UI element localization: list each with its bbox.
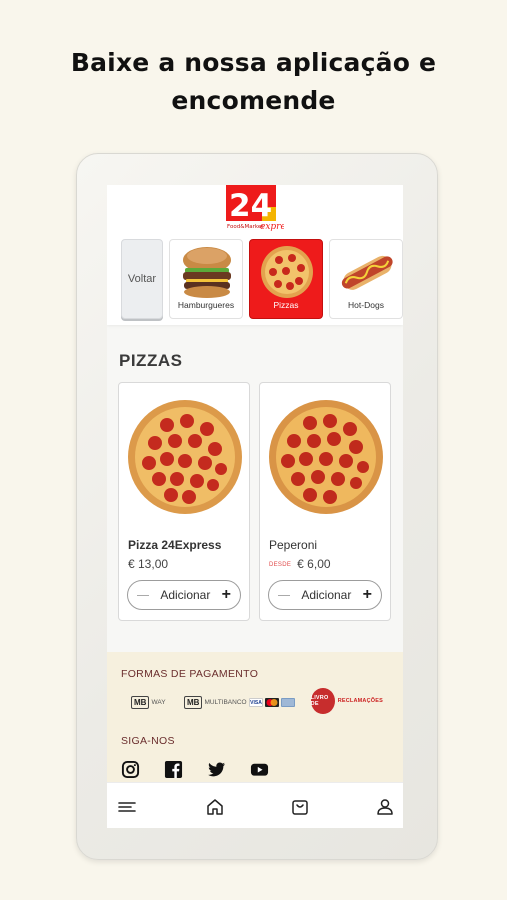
visa-logo: VISA [249, 698, 263, 707]
back-button[interactable]: Voltar [121, 239, 163, 319]
section-title: PIZZAS [119, 351, 183, 370]
category-pizzas[interactable]: Pizzas [249, 239, 323, 319]
pizza-image [261, 246, 313, 298]
pizza-image [128, 400, 242, 514]
pizza-image [269, 400, 383, 514]
card-logos: VISA [249, 698, 295, 707]
product-name: Pizza 24Express [128, 538, 222, 552]
minus-icon[interactable] [278, 594, 290, 596]
card-logo [281, 698, 295, 707]
back-button-label: Voltar [127, 273, 157, 285]
menu-icon[interactable] [117, 796, 139, 818]
social-title: SIGA-NOS [121, 735, 175, 747]
add-button-label: Adicionar [301, 588, 352, 602]
bag-icon[interactable] [289, 796, 311, 818]
page-headline: Baixe a nossa aplicação e encomende [70, 48, 437, 115]
add-button-label: Adicionar [160, 588, 211, 602]
category-label: Hot-Dogs [348, 300, 384, 310]
social-links [121, 760, 269, 779]
logo-script: express [260, 222, 284, 232]
product-price-value: € 13,00 [128, 557, 169, 571]
hotdog-image [341, 255, 393, 290]
add-to-cart-button[interactable]: Adicionar + [127, 580, 241, 610]
logo-sub: Food&Market [227, 224, 264, 230]
product-card[interactable]: Pizza 24Express € 13,00 Adicionar + [118, 382, 250, 621]
mbway-logo: MB WAY [131, 696, 166, 709]
logo-number: 24 [229, 188, 272, 224]
multibanco-logo: MB MULTIBANCO [184, 696, 247, 709]
category-hamburgueres[interactable]: Hamburgueres [169, 239, 243, 319]
category-carousel[interactable]: Voltar Hamburgueres Pizzas Hot-Dogs [107, 237, 403, 321]
facebook-icon[interactable] [164, 760, 183, 779]
plus-icon[interactable]: + [363, 587, 372, 603]
price-prefix: DESDE [269, 561, 292, 568]
product-price: € 13,00 [128, 557, 168, 571]
product-name: Peperoni [269, 538, 318, 552]
plus-icon[interactable]: + [222, 587, 231, 603]
minus-icon[interactable] [137, 594, 149, 596]
product-price: DESDE € 6,00 [269, 557, 331, 571]
home-icon[interactable] [204, 796, 226, 818]
payment-methods: MB WAY MB MULTIBANCO VISA LIVRO DE RECLAMAÇ… [121, 688, 401, 716]
brand-logo[interactable]: 24 Food&Market express [224, 185, 284, 235]
burger-image [183, 247, 231, 298]
payments-title: FORMAS DE PAGAMENTO [121, 668, 259, 680]
add-to-cart-button[interactable]: Adicionar + [268, 580, 382, 610]
product-price-value: € 6,00 [297, 557, 331, 571]
product-card[interactable]: Peperoni DESDE € 6,00 Adicionar + [259, 382, 391, 621]
mastercard-logo [265, 698, 279, 707]
bottom-tab-bar [107, 782, 403, 828]
app-header: 24 Food&Market express Voltar Hamburguer… [107, 185, 403, 325]
instagram-icon[interactable] [121, 760, 140, 779]
profile-icon[interactable] [374, 796, 396, 818]
twitter-icon[interactable] [207, 760, 226, 779]
youtube-icon[interactable] [250, 760, 269, 779]
app-footer: FORMAS DE PAGAMENTO MB WAY MB MULTIBANCO V… [107, 652, 403, 782]
livro-reclamacoes-link[interactable]: LIVRO DE RECLAMAÇÕES [311, 688, 401, 714]
category-label: Hamburgueres [177, 300, 235, 310]
category-hot-dogs[interactable]: Hot-Dogs [329, 239, 403, 319]
app-screen: 24 Food&Market express Voltar Hamburguer… [107, 185, 403, 828]
category-label: Pizzas [273, 300, 299, 310]
